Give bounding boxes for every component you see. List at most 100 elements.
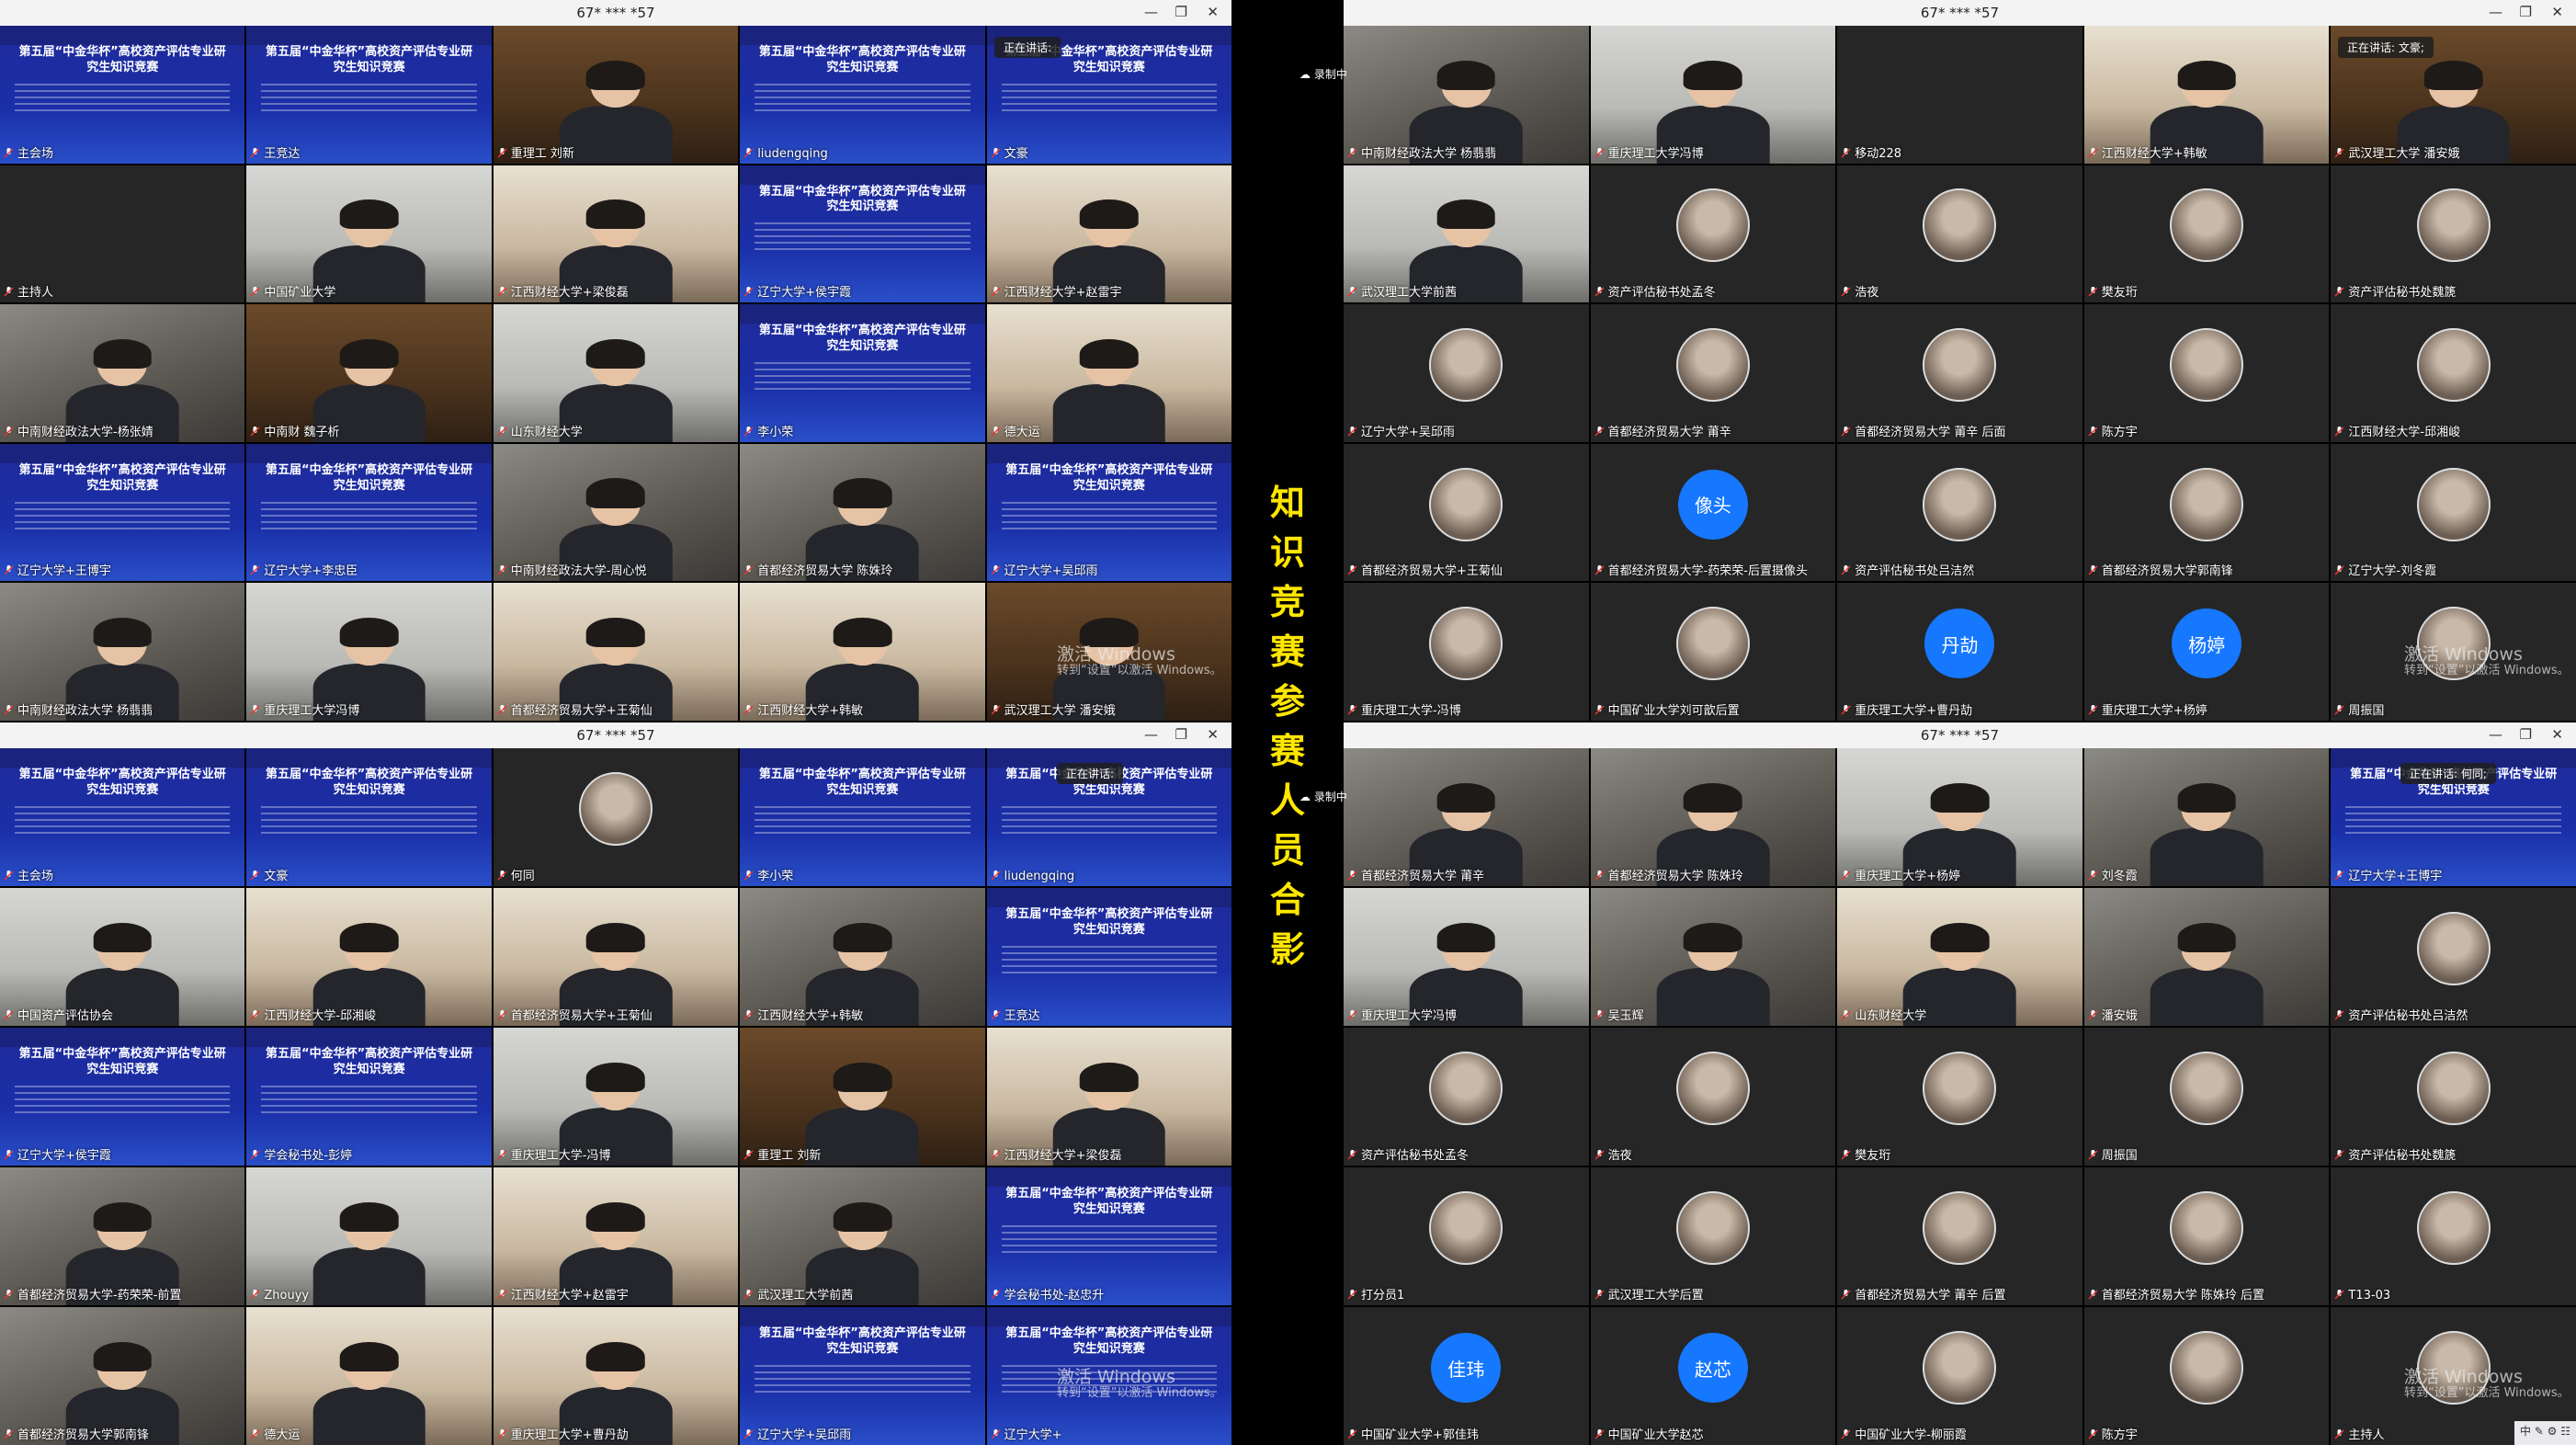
minimize-icon[interactable]: — [2489, 726, 2502, 743]
participant-tile[interactable]: 首都经济贸易大学 陈姝玲 后置 [2083, 1167, 2330, 1305]
participant-tile[interactable]: 首都经济贸易大学 陈姝玲 [1590, 748, 1836, 886]
participant-tile[interactable]: 江西财经大学+韩敏 [740, 888, 985, 1026]
participant-tile[interactable]: 中南财经政法大学 杨翡翡 [0, 583, 245, 721]
participant-tile[interactable]: 重庆理工大学冯博 [246, 583, 492, 721]
participant-tile[interactable]: 江西财经大学+韩敏 [2083, 26, 2330, 164]
restore-icon[interactable]: ❐ [1175, 726, 1187, 743]
participant-tile[interactable]: 江西财经大学-邱湘峻 [246, 888, 492, 1026]
participant-tile[interactable]: 樊友珩 [1837, 1028, 2082, 1166]
close-icon[interactable]: ✕ [1207, 726, 1219, 743]
participant-tile[interactable]: 第五届“中金华杯”高校资产评估专业研究生知识竞赛 辽宁大学+吴邱雨 [740, 1307, 985, 1445]
window-titlebar[interactable]: 67* *** *57 — ❐ ✕ [1344, 0, 2576, 26]
close-icon[interactable]: ✕ [2551, 726, 2563, 743]
participant-tile[interactable]: 杨婷 重庆理工大学+杨婷 [2083, 583, 2330, 721]
participant-tile[interactable]: 第五届“中金华杯”高校资产评估专业研究生知识竞赛辽宁大学+王博宇 [0, 443, 245, 582]
participant-tile[interactable]: 江西财经大学+赵雷宇 [493, 1167, 739, 1305]
participant-tile[interactable]: 刘冬霞 [2083, 748, 2330, 886]
participant-tile[interactable]: 陈方宇 [2083, 1307, 2330, 1445]
participant-tile[interactable]: 中南财 魏子析 [246, 304, 492, 442]
participant-tile[interactable]: 潘安娥 [2083, 888, 2330, 1026]
participant-tile[interactable]: 首都经济贸易大学-药荣荣-前置 [0, 1167, 245, 1305]
participant-tile[interactable]: 中南财经政法大学-杨张婧 [0, 304, 245, 442]
participant-tile[interactable]: 何同 [493, 748, 739, 886]
participant-tile[interactable]: 樊友珩 [2083, 165, 2330, 303]
participant-tile[interactable]: 第五届“中金华杯”高校资产评估专业研究生知识竞赛 李小荣 [740, 304, 985, 442]
restore-icon[interactable]: ❐ [1175, 4, 1187, 20]
participant-tile[interactable]: 江西财经大学-邱湘峻 [2331, 304, 2576, 442]
participant-tile[interactable]: 中南财经政法大学-周心悦 [493, 443, 739, 582]
participant-tile[interactable]: 第五届“中金华杯”高校资产评估专业研究生知识竞赛 王竞达 [246, 26, 492, 164]
participant-tile[interactable]: T13-03 [2331, 1167, 2576, 1305]
participant-tile[interactable]: 佳玮 中国矿业大学+郭佳玮 [1344, 1307, 1589, 1445]
minimize-icon[interactable]: — [1144, 726, 1158, 743]
participant-tile[interactable]: 资产评估秘书处孟冬 [1344, 1028, 1589, 1166]
participant-tile[interactable]: 中南财经政法大学 杨翡翡 [1344, 26, 1589, 164]
participant-tile[interactable]: 主持人 [0, 165, 245, 303]
close-icon[interactable]: ✕ [2551, 4, 2563, 20]
participant-tile[interactable]: 首都经济贸易大学 莆辛 后面 [1837, 304, 2082, 442]
participant-tile[interactable]: 浩夜 [1590, 1028, 1836, 1166]
participant-tile[interactable]: 第五届“中金华杯”高校资产评估专业研究生知识竞赛 辽宁大学+侯宇霞 [0, 1028, 245, 1166]
ime-indicator[interactable]: 中 [2520, 1425, 2531, 1438]
participant-tile[interactable]: 重庆理工大学冯博 [1590, 26, 1836, 164]
participant-tile[interactable]: 吴玉辉 [1590, 888, 1836, 1026]
participant-tile[interactable]: 移动228 [1837, 26, 2082, 164]
participant-tile[interactable]: 资产评估秘书处吕洁然 [1837, 443, 2082, 582]
window-titlebar[interactable]: 67* *** *57 — ❐ ✕ [0, 0, 1231, 26]
participant-tile[interactable]: 中国矿业大学刘可歆后置 [1590, 583, 1836, 721]
participant-tile[interactable]: 第五届“中金华杯”高校资产评估专业研究生知识竞赛 王竞达 [986, 888, 1231, 1026]
participant-tile[interactable]: 首都经济贸易大学 莆辛 [1344, 748, 1589, 886]
participant-tile[interactable]: 中国资产评估协会 [0, 888, 245, 1026]
restore-icon[interactable]: ❐ [2520, 4, 2532, 20]
window-titlebar[interactable]: 67* *** *57 — ❐ ✕ [1344, 722, 2576, 748]
participant-tile[interactable]: 赵芯 中国矿业大学赵芯 [1590, 1307, 1836, 1445]
participant-tile[interactable]: 首都经济贸易大学 莆辛 [1590, 304, 1836, 442]
participant-tile[interactable]: 中国矿业大学-柳丽霞 [1837, 1307, 2082, 1445]
participant-tile[interactable]: 资产评估秘书处魏篪 [2331, 165, 2576, 303]
participant-tile[interactable]: 首都经济贸易大学郭南锋 [2083, 443, 2330, 582]
participant-tile[interactable]: 重庆理工大学+杨婷 [1837, 748, 2082, 886]
participant-tile[interactable]: 周振国 [2083, 1028, 2330, 1166]
participant-tile[interactable]: 首都经济贸易大学郭南锋 [0, 1307, 245, 1445]
restore-icon[interactable]: ❐ [2520, 726, 2532, 743]
participant-tile[interactable]: 重庆理工大学+曹丹劼 [493, 1307, 739, 1445]
participant-tile[interactable]: 资产评估秘书处魏篪 [2331, 1028, 2576, 1166]
participant-tile[interactable]: 武汉理工大学前茜 [740, 1167, 985, 1305]
participant-tile[interactable]: 陈方宇 [2083, 304, 2330, 442]
participant-tile[interactable]: 首都经济贸易大学+王菊仙 [1344, 443, 1589, 582]
participant-tile[interactable]: 第五届“中金华杯”高校资产评估专业研究生知识竞赛 主会场 [0, 26, 245, 164]
participant-tile[interactable]: 江西财经大学+梁俊磊 [493, 165, 739, 303]
participant-tile[interactable]: 第五届“中金华杯”高校资产评估专业研究生知识竞赛 辽宁大学+李忠臣 [246, 443, 492, 582]
participant-tile[interactable]: 第五届“中金华杯”高校资产评估专业研究生知识竞赛 辽宁大学+吴邱雨 [986, 443, 1231, 582]
participant-tile[interactable]: 武汉理工大学后置 [1590, 1167, 1836, 1305]
participant-tile[interactable]: 江西财经大学+韩敏 [740, 583, 985, 721]
minimize-icon[interactable]: — [1144, 4, 1158, 20]
participant-tile[interactable]: 山东财经大学 [1837, 888, 2082, 1026]
participant-tile[interactable]: 第五届“中金华杯”高校资产评估专业研究生知识竞赛 辽宁大学+侯宇霞 [740, 165, 985, 303]
participant-tile[interactable]: 第五届“中金华杯”高校资产评估专业研究生知识竞赛 文豪 [246, 748, 492, 886]
participant-tile[interactable]: 江西财经大学+赵雷宇 [986, 165, 1231, 303]
ime-taskbar[interactable]: 中 ✎ ⚙ ☷ [2514, 1421, 2576, 1445]
participant-tile[interactable]: 辽宁大学-刘冬霞 [2331, 443, 2576, 582]
participant-tile[interactable]: 像头 首都经济贸易大学-药荣荣-后置摄像头 [1590, 443, 1836, 582]
participant-tile[interactable]: 第五届“中金华杯”高校资产评估专业研究生知识竞赛 学会秘书处-彭婷 [246, 1028, 492, 1166]
participant-tile[interactable]: 重庆理工大学-冯博 [1344, 583, 1589, 721]
participant-tile[interactable]: Zhouyy [246, 1167, 492, 1305]
participant-tile[interactable]: 德大运 [246, 1307, 492, 1445]
participant-tile[interactable]: 资产评估秘书处吕洁然 [2331, 888, 2576, 1026]
close-icon[interactable]: ✕ [1207, 4, 1219, 20]
participant-tile[interactable]: 第五届“中金华杯”高校资产评估专业研究生知识竞赛 李小荣 [740, 748, 985, 886]
participant-tile[interactable]: 资产评估秘书处孟冬 [1590, 165, 1836, 303]
participant-tile[interactable]: 江西财经大学+梁俊磊 [986, 1028, 1231, 1166]
participant-tile[interactable]: 重理工 刘新 [493, 26, 739, 164]
participant-tile[interactable]: 第五届“中金华杯”高校资产评估专业研究生知识竞赛 liudengqing [740, 26, 985, 164]
participant-tile[interactable]: 首都经济贸易大学+王菊仙 [493, 888, 739, 1026]
participant-tile[interactable]: 丹劼 重庆理工大学+曹丹劼 [1837, 583, 2082, 721]
participant-tile[interactable]: 打分员1 [1344, 1167, 1589, 1305]
participant-tile[interactable]: 重理工 刘新 [740, 1028, 985, 1166]
participant-tile[interactable]: 重庆理工大学-冯博 [493, 1028, 739, 1166]
minimize-icon[interactable]: — [2489, 4, 2502, 20]
participant-tile[interactable]: 武汉理工大学前茜 [1344, 165, 1589, 303]
participant-tile[interactable]: 第五届“中金华杯”高校资产评估专业研究生知识竞赛 主会场 [0, 748, 245, 886]
window-titlebar[interactable]: 67* *** *57 — ❐ ✕ [0, 722, 1231, 748]
